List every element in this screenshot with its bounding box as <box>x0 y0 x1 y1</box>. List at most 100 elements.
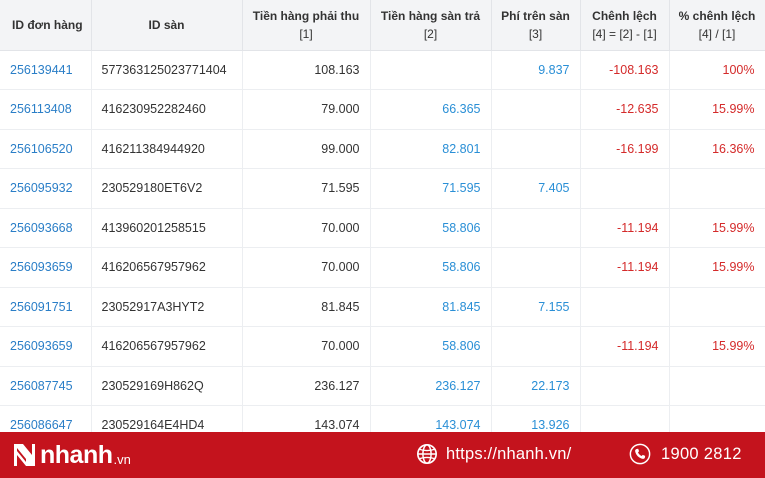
column-header-formula: [4] = [2] - [1] <box>592 26 657 41</box>
platform-paid-cell: 71.595 <box>370 168 492 209</box>
difference-cell <box>580 366 670 406</box>
receivable-cell: 108.163 <box>242 50 371 90</box>
table-row[interactable]: 256087745 230529169H862Q 236.127 236.127 22.… <box>0 366 765 406</box>
platform-paid-cell: 81.845 <box>370 287 492 327</box>
brand-suffix: .vn <box>113 451 131 467</box>
pct-difference-cell: 15.99% <box>669 247 765 288</box>
column-header-label: Phí trên sàn <box>501 8 570 23</box>
order-id-cell[interactable]: 256086647 <box>0 405 92 432</box>
difference-cell: -12.635 <box>580 89 670 130</box>
platform-paid-cell: 143.074 <box>370 405 492 432</box>
table-row[interactable]: 256093659 416206567957962 70.000 58.806 -11.… <box>0 326 765 367</box>
platform-fee-cell: 7.405 <box>491 168 581 209</box>
column-header-order-id[interactable]: ID đơn hàng <box>0 0 92 51</box>
table-row[interactable]: 256093659 416206567957962 70.000 58.806 -11.… <box>0 247 765 288</box>
column-header-label: % chênh lệch <box>678 8 756 23</box>
table-row[interactable]: 256106520 416211384944920 99.000 82.801 -16.… <box>0 129 765 169</box>
order-id-cell[interactable]: 256087745 <box>0 366 92 406</box>
platform-fee-cell <box>491 129 581 169</box>
platform-paid-cell: 58.806 <box>370 208 492 248</box>
platform-paid-cell <box>370 50 492 90</box>
order-id-cell[interactable]: 256113408 <box>0 89 92 130</box>
difference-cell <box>580 287 670 327</box>
receivable-cell: 79.000 <box>242 89 371 130</box>
column-header-label: Tiền hàng sàn trả <box>380 8 481 23</box>
table-header: ID đơn hàng ID sàn Tiền hàng phải thu [1… <box>0 0 765 51</box>
receivable-cell: 236.127 <box>242 366 371 406</box>
difference-cell: -108.163 <box>580 50 670 90</box>
receivable-cell: 71.595 <box>242 168 371 209</box>
receivable-cell: 99.000 <box>242 129 371 169</box>
hotline-number: 1900 2812 <box>661 444 742 463</box>
table-row[interactable]: 256093668 413960201258515 70.000 58.806 -11.… <box>0 208 765 248</box>
column-header-formula: [1] <box>299 26 313 41</box>
receivable-cell: 81.845 <box>242 287 371 327</box>
column-header-formula: [3] <box>528 26 543 41</box>
platform-fee-cell <box>491 326 581 367</box>
column-header-receivable[interactable]: Tiền hàng phải thu [1] <box>242 0 371 51</box>
pct-difference-cell <box>669 405 765 432</box>
order-id-cell[interactable]: 256093668 <box>0 208 92 248</box>
order-id-cell[interactable]: 256106520 <box>0 129 92 169</box>
difference-cell: -16.199 <box>580 129 670 169</box>
column-header-platform-paid[interactable]: Tiền hàng sàn trả [2] <box>370 0 492 51</box>
platform-fee-cell: 9.837 <box>491 50 581 90</box>
order-id-cell[interactable]: 256095932 <box>0 168 92 209</box>
hotline-link[interactable]: 1900 2812 <box>629 443 742 465</box>
receivable-cell: 70.000 <box>242 208 371 248</box>
nhanh-logo[interactable]: nhanh .vn <box>10 440 131 470</box>
column-header-label: Chênh lệch <box>592 8 657 23</box>
order-id-cell[interactable]: 256093659 <box>0 247 92 288</box>
table-row[interactable]: 256139441 577363125023771404 108.163 9.837-… <box>0 50 765 90</box>
platform-id-cell: 230529164E4HD4 <box>91 405 243 432</box>
platform-id-cell: 230529180ET6V2 <box>91 168 243 209</box>
receivable-cell: 143.074 <box>242 405 371 432</box>
difference-cell <box>580 405 670 432</box>
column-header-platform-fee[interactable]: Phí trên sàn [3] <box>491 0 581 51</box>
order-id-cell[interactable]: 256139441 <box>0 50 92 90</box>
pct-difference-cell: 15.99% <box>669 89 765 130</box>
platform-id-cell: 230529169H862Q <box>91 366 243 406</box>
platform-paid-cell: 82.801 <box>370 129 492 169</box>
table-body: 256139441 577363125023771404 108.163 9.837-… <box>0 50 765 432</box>
platform-fee-cell <box>491 208 581 248</box>
platform-id-cell: 416211384944920 <box>91 129 243 169</box>
difference-cell: -11.194 <box>580 208 670 248</box>
reconciliation-table-container: ID đơn hàng ID sàn Tiền hàng phải thu [1… <box>0 0 765 432</box>
platform-id-cell: 416230952282460 <box>91 89 243 130</box>
column-header-formula: [4] / [1] <box>698 26 736 41</box>
column-header-difference[interactable]: Chênh lệch [4] = [2] - [1] <box>580 0 670 51</box>
order-id-cell[interactable]: 256093659 <box>0 326 92 367</box>
column-header-label: ID sàn <box>148 17 185 32</box>
platform-fee-cell: 22.173 <box>491 366 581 406</box>
difference-cell: -11.194 <box>580 247 670 288</box>
platform-id-cell: 416206567957962 <box>91 247 243 288</box>
platform-fee-cell <box>491 89 581 130</box>
difference-cell <box>580 168 670 209</box>
column-header-label: Tiền hàng phải thu <box>252 8 360 23</box>
table-row[interactable]: 256091751 23052917A3HYT2 81.845 81.845 7.155 <box>0 287 765 327</box>
column-header-pct-difference[interactable]: % chênh lệch [4] / [1] <box>669 0 765 51</box>
brand-name: nhanh <box>40 440 113 469</box>
table-row[interactable]: 256113408 416230952282460 79.000 66.365 -12.… <box>0 89 765 130</box>
table-row[interactable]: 256086647 230529164E4HD4 143.074 143.074 13.… <box>0 405 765 432</box>
pct-difference-cell: 15.99% <box>669 326 765 367</box>
platform-id-cell: 577363125023771404 <box>91 50 243 90</box>
receivable-cell: 70.000 <box>242 247 371 288</box>
phone-icon <box>629 443 651 465</box>
column-header-formula: [2] <box>423 26 438 41</box>
platform-fee-cell: 13.926 <box>491 405 581 432</box>
column-header-platform-id[interactable]: ID sàn <box>91 0 243 51</box>
pct-difference-cell: 16.36% <box>669 129 765 169</box>
platform-fee-cell: 7.155 <box>491 287 581 327</box>
website-link[interactable]: https://nhanh.vn/ <box>416 443 571 465</box>
platform-id-cell: 413960201258515 <box>91 208 243 248</box>
table-row[interactable]: 256095932 230529180ET6V2 71.595 71.595 7.405 <box>0 168 765 209</box>
platform-paid-cell: 66.365 <box>370 89 492 130</box>
difference-cell: -11.194 <box>580 326 670 367</box>
website-url: https://nhanh.vn/ <box>446 444 572 463</box>
nhanh-logo-icon <box>14 444 35 466</box>
order-id-cell[interactable]: 256091751 <box>0 287 92 327</box>
platform-id-cell: 416206567957962 <box>91 326 243 367</box>
pct-difference-cell <box>669 366 765 406</box>
